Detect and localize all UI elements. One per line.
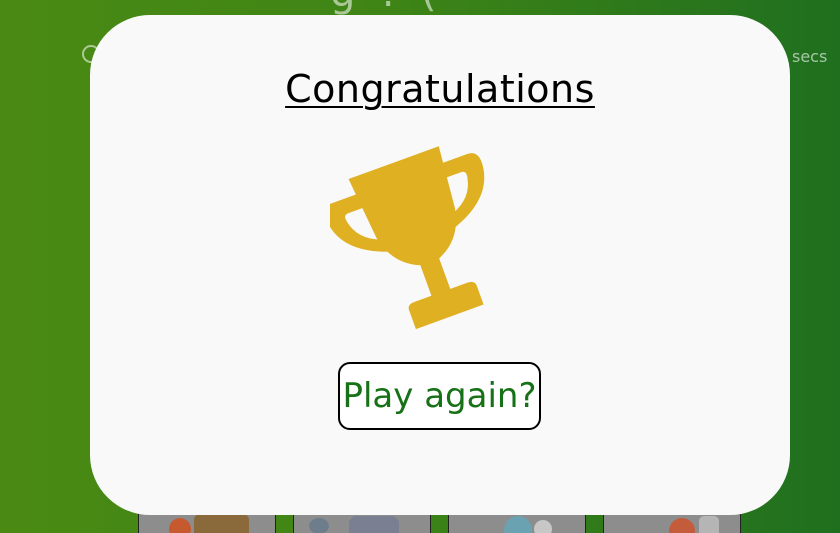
background-timer-text: secs bbox=[792, 47, 828, 66]
play-again-button[interactable]: Play again? bbox=[338, 362, 541, 430]
trophy-icon bbox=[330, 146, 485, 330]
modal-title: Congratulations bbox=[285, 67, 595, 111]
background-title-fragment: g ! ( bbox=[330, 0, 442, 16]
congratulations-modal: Congratulations Play again? bbox=[90, 15, 790, 515]
